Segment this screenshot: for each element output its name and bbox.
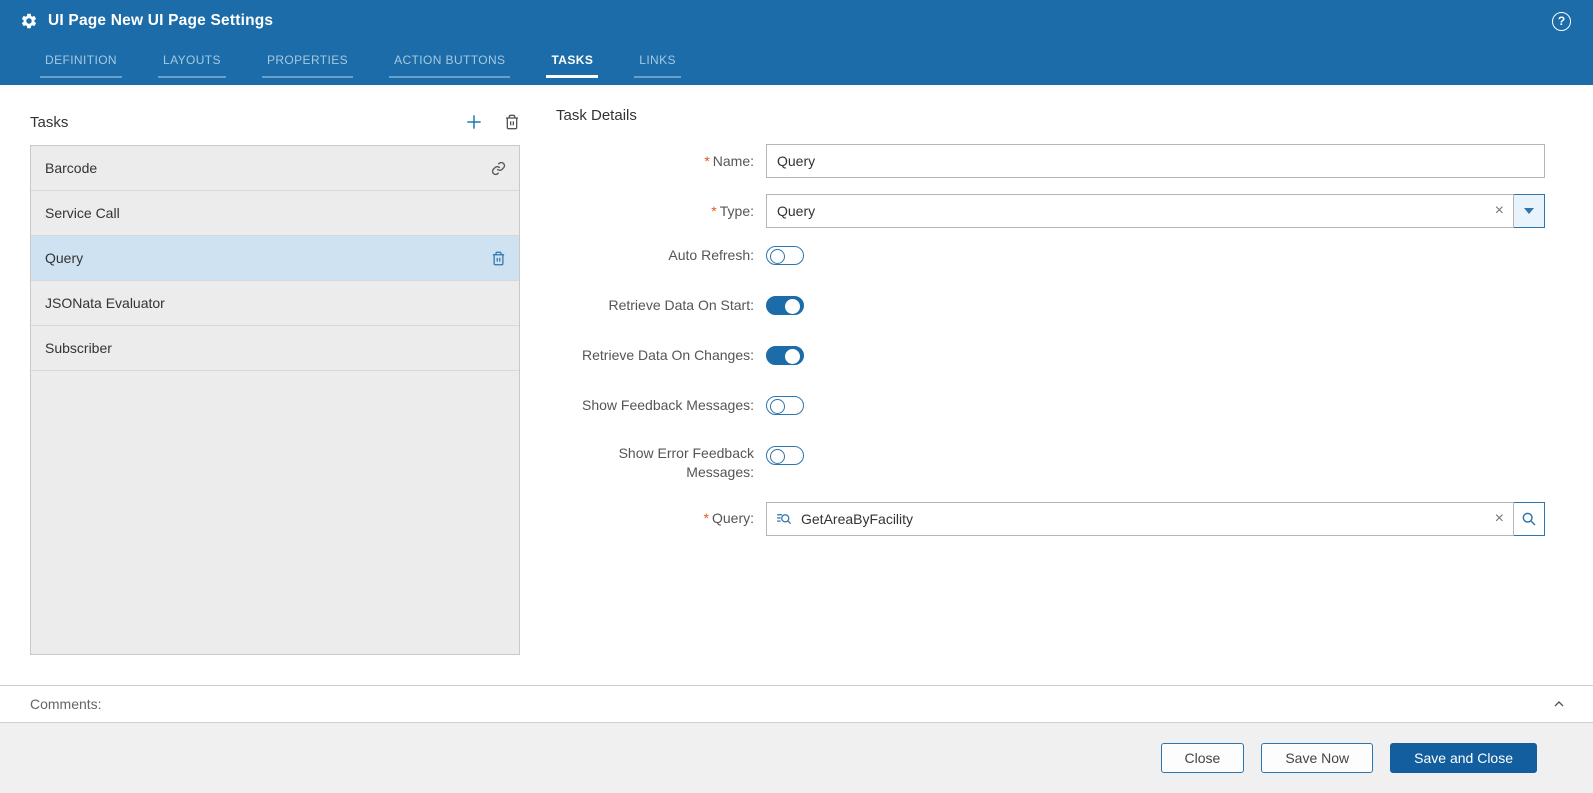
- name-label: * Name:: [704, 152, 754, 169]
- required-marker: *: [711, 202, 717, 219]
- add-task-icon[interactable]: [464, 112, 484, 132]
- task-list: Barcode Service Call Query JSONata Evalu…: [30, 145, 520, 655]
- query-search-button[interactable]: [1513, 501, 1545, 536]
- tab-bar: DEFINITION LAYOUTS PROPERTIES ACTION BUT…: [0, 42, 1593, 85]
- auto-refresh-toggle[interactable]: [766, 245, 804, 265]
- query-type-icon: [775, 510, 792, 527]
- page-title: UI Page New UI Page Settings: [48, 12, 274, 29]
- type-dropdown-button[interactable]: [1513, 194, 1545, 228]
- save-now-button[interactable]: Save Now: [1261, 743, 1374, 773]
- type-combo-input[interactable]: [766, 194, 1514, 228]
- show-error-feedback-label: Show Error Feedback Messages:: [618, 445, 754, 480]
- chevron-down-icon: [1524, 208, 1534, 214]
- name-input[interactable]: [766, 144, 1545, 178]
- type-label: * Type:: [711, 202, 754, 219]
- show-feedback-row: Show Feedback Messages:: [556, 394, 1545, 416]
- help-icon[interactable]: ?: [1552, 11, 1571, 31]
- tab-action-buttons[interactable]: ACTION BUTTONS: [389, 49, 511, 78]
- task-item-label: Barcode: [45, 160, 98, 176]
- show-feedback-toggle[interactable]: [766, 395, 804, 415]
- name-row: * Name:: [556, 144, 1545, 178]
- retrieve-on-changes-label: Retrieve Data On Changes:: [582, 346, 754, 363]
- clear-icon[interactable]: ×: [1495, 510, 1504, 527]
- tasks-panel: Tasks Barcode Service Call Query JSONata…: [30, 107, 520, 685]
- gear-icon: [20, 12, 38, 30]
- task-list-item-service-call[interactable]: Service Call: [31, 191, 519, 236]
- tasks-panel-title: Tasks: [30, 113, 69, 131]
- retrieve-on-changes-row: Retrieve Data On Changes:: [556, 344, 1545, 366]
- task-item-label: Service Call: [45, 205, 120, 221]
- header: UI Page New UI Page Settings ? DEFINITIO…: [0, 0, 1593, 85]
- retrieve-on-start-label: Retrieve Data On Start:: [608, 296, 754, 313]
- query-row: *Query: ×: [556, 501, 1545, 536]
- required-marker: *: [704, 152, 710, 169]
- main-content: Tasks Barcode Service Call Query JSONata…: [0, 85, 1593, 685]
- tab-layouts[interactable]: LAYOUTS: [158, 49, 226, 78]
- required-marker: *: [703, 510, 709, 527]
- comments-label: Comments:: [30, 696, 102, 712]
- auto-refresh-label: Auto Refresh:: [668, 246, 754, 263]
- titlebar: UI Page New UI Page Settings ?: [0, 0, 1593, 42]
- type-row: *Type: ×: [556, 194, 1545, 228]
- tab-tasks[interactable]: TASKS: [546, 49, 599, 78]
- task-item-label: Query: [45, 250, 84, 266]
- tab-links[interactable]: LINKS: [634, 49, 681, 78]
- task-item-label: JSONata Evaluator: [45, 295, 165, 311]
- show-error-feedback-row: Show Error Feedback Messages:: [556, 444, 1545, 482]
- close-button[interactable]: Close: [1160, 743, 1245, 773]
- comments-section: Comments:: [0, 685, 1593, 723]
- task-list-item-query[interactable]: Query: [31, 236, 519, 281]
- chevron-up-icon[interactable]: [1551, 696, 1567, 712]
- retrieve-on-changes-toggle[interactable]: [766, 345, 804, 365]
- task-details-panel: Task Details *Name: *Type: × Auto: [556, 107, 1545, 685]
- query-input[interactable]: [766, 501, 1514, 536]
- retrieve-on-start-row: Retrieve Data On Start:: [556, 294, 1545, 316]
- query-label: * Query:: [703, 510, 754, 527]
- save-and-close-button[interactable]: Save and Close: [1390, 743, 1537, 773]
- task-details-title: Task Details: [556, 107, 637, 124]
- task-item-label: Subscriber: [45, 340, 112, 356]
- task-list-item-barcode[interactable]: Barcode: [31, 146, 519, 191]
- footer-bar: Close Save Now Save and Close: [0, 723, 1593, 793]
- tab-properties[interactable]: PROPERTIES: [261, 49, 354, 78]
- show-feedback-label: Show Feedback Messages:: [582, 396, 754, 413]
- retrieve-on-start-toggle[interactable]: [766, 295, 804, 315]
- auto-refresh-row: Auto Refresh:: [556, 244, 1545, 266]
- tasks-panel-header: Tasks: [30, 107, 520, 137]
- task-list-item-jsonata-evaluator[interactable]: JSONata Evaluator: [31, 281, 519, 326]
- delete-task-icon[interactable]: [504, 114, 520, 130]
- trash-icon[interactable]: [491, 251, 506, 266]
- tab-definition[interactable]: DEFINITION: [40, 49, 122, 78]
- link-icon[interactable]: [491, 161, 506, 176]
- clear-icon[interactable]: ×: [1495, 203, 1504, 219]
- show-error-feedback-toggle[interactable]: [766, 446, 804, 465]
- ui-page-settings-window: UI Page New UI Page Settings ? DEFINITIO…: [0, 0, 1593, 793]
- tasks-toolbar: [464, 112, 520, 132]
- task-list-item-subscriber[interactable]: Subscriber: [31, 326, 519, 371]
